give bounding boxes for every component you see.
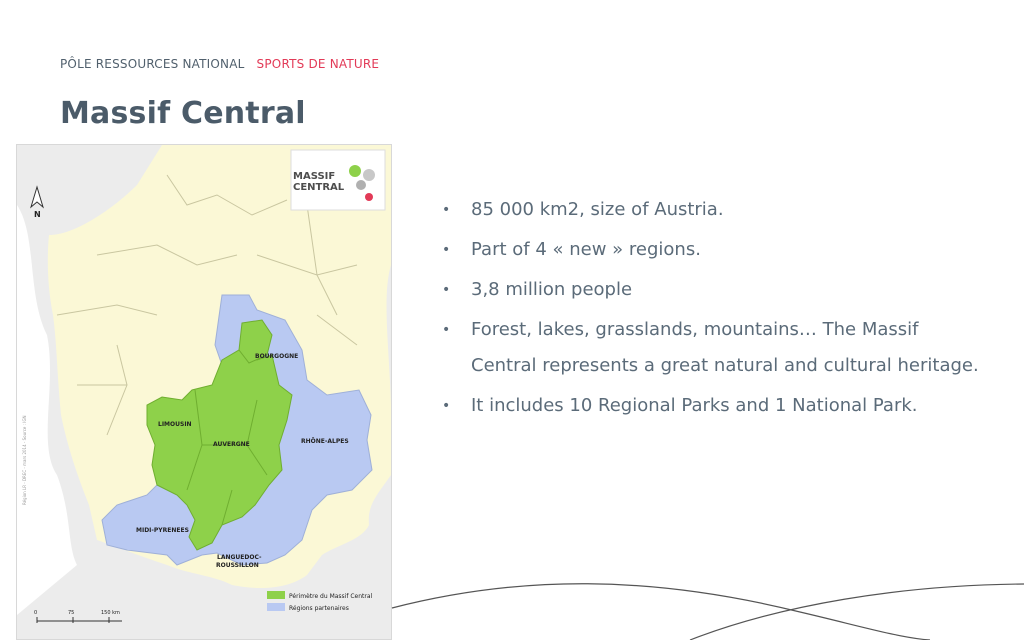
legend-label-perimeter: Périmètre du Massif Central [289, 593, 373, 600]
bullet-dot-icon: • [442, 242, 451, 258]
bullet-text: Forest, lakes, grasslands, mountains… Th… [471, 319, 979, 376]
organization-name: PÔLE RESSOURCES NATIONAL [60, 57, 245, 71]
label-limousin: LIMOUSIN [158, 421, 192, 428]
bullet-item: • It includes 10 Regional Parks and 1 Nat… [440, 388, 980, 424]
decorative-curve-2 [689, 583, 1024, 640]
label-languedoc-1: LANGUEDOC- [217, 554, 262, 561]
header-kicker: PÔLE RESSOURCES NATIONAL SPORTS DE NATUR… [60, 57, 379, 71]
bullet-item: • Forest, lakes, grasslands, mountains… T… [440, 312, 980, 384]
scale-label-75: 75 [68, 610, 74, 616]
bullet-item: • 85 000 km2, size of Austria. [440, 192, 980, 228]
logo-blob-red [365, 193, 373, 201]
logo-blob-green [349, 165, 361, 177]
bullet-item: • 3,8 million people [440, 272, 980, 308]
bullet-text: 85 000 km2, size of Austria. [471, 199, 724, 220]
map-svg: MASSIF CENTRAL N BOURGOGNE LIMOUSIN AUVE… [17, 145, 391, 639]
decorative-curve-1 [391, 583, 931, 640]
legend-label-partners: Régions partenaires [289, 605, 349, 612]
scale-label-150: 150 km [101, 610, 120, 616]
logo-text-1: MASSIF [293, 171, 335, 182]
logo-blob-grey [363, 169, 375, 181]
bullet-dot-icon: • [442, 322, 451, 338]
section-name: SPORTS DE NATURE [256, 57, 380, 71]
label-bourgogne: BOURGOGNE [255, 353, 298, 360]
bullet-item: • Part of 4 « new » regions. [440, 232, 980, 268]
logo-text-2: CENTRAL [293, 182, 345, 193]
label-midi-pyrenees: MIDI-PYRENEES [136, 527, 189, 534]
bullet-text: It includes 10 Regional Parks and 1 Nati… [471, 395, 918, 416]
bullet-dot-icon: • [442, 282, 451, 298]
north-label: N [34, 210, 41, 219]
label-languedoc-2: ROUSSILLON [216, 562, 259, 569]
label-auvergne: AUVERGNE [213, 441, 250, 448]
bullet-list: • 85 000 km2, size of Austria. • Part of 4… [440, 192, 980, 428]
legend-swatch-partners [267, 603, 285, 611]
bullet-dot-icon: • [442, 202, 451, 218]
massif-central-map: MASSIF CENTRAL N BOURGOGNE LIMOUSIN AUVE… [16, 144, 392, 640]
legend-swatch-perimeter [267, 591, 285, 599]
bullet-text: 3,8 million people [471, 279, 633, 300]
logo-blob-grey-2 [356, 180, 366, 190]
page-title: Massif Central [60, 96, 306, 131]
bullet-dot-icon: • [442, 398, 451, 414]
map-source-text: Région LR - DREC - mars 2014 - Source : … [22, 415, 27, 505]
label-rhone-alpes: RHÔNE-ALPES [301, 438, 349, 445]
bullet-text: Part of 4 « new » regions. [471, 239, 701, 260]
scale-label-0: 0 [34, 610, 37, 616]
